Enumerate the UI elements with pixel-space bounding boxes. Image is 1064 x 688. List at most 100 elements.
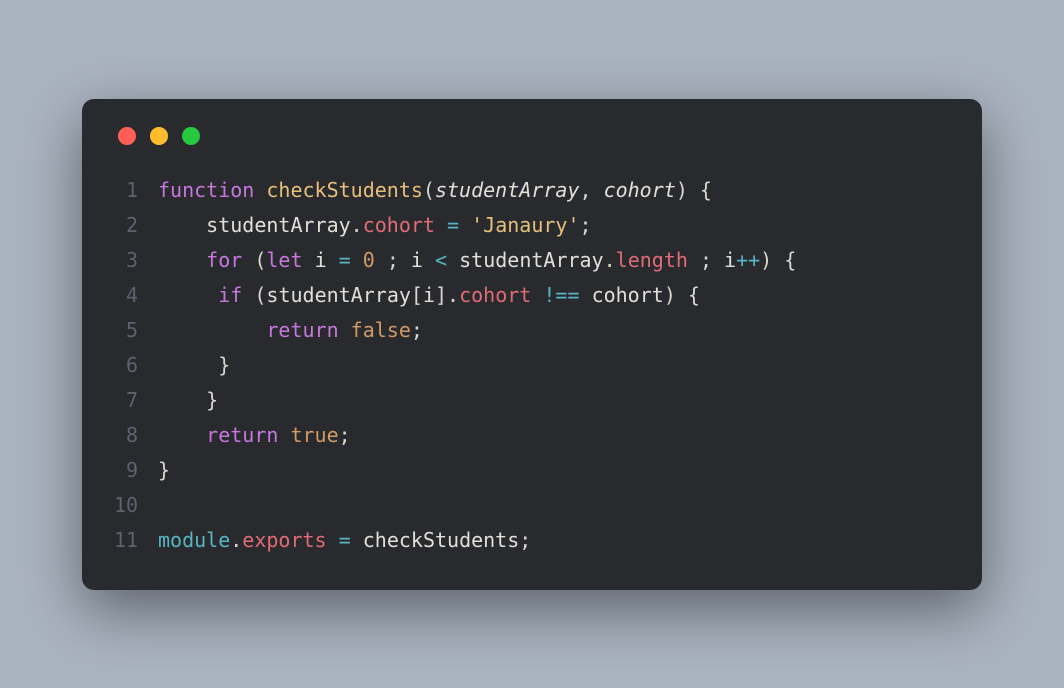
code-token — [327, 248, 339, 272]
line-number: 6 — [114, 348, 158, 383]
code-token: ) { — [664, 283, 700, 307]
line-content: for (let i = 0 ; i < studentArray.length… — [158, 243, 796, 278]
code-token — [580, 283, 592, 307]
code-token: } — [158, 388, 218, 412]
code-token: false — [351, 318, 411, 342]
code-token: { — [700, 178, 712, 202]
code-token: i — [315, 248, 327, 272]
code-token — [351, 528, 363, 552]
code-token: 'Janaury' — [471, 213, 579, 237]
line-content: module.exports = checkStudents; — [158, 523, 531, 558]
code-token: ( — [423, 178, 435, 202]
code-token: cohort — [459, 283, 531, 307]
code-line: 7 } — [114, 383, 950, 418]
code-token: ( — [242, 248, 266, 272]
code-token — [278, 423, 290, 447]
code-token — [327, 528, 339, 552]
code-token: , — [579, 178, 603, 202]
code-token: ; — [519, 528, 531, 552]
code-token: exports — [242, 528, 326, 552]
code-token: true — [290, 423, 338, 447]
code-token: length — [616, 248, 688, 272]
code-token: studentArray — [459, 248, 604, 272]
line-content: } — [158, 348, 230, 383]
code-line: 10 — [114, 488, 950, 523]
code-token — [158, 248, 206, 272]
code-token: ; — [411, 318, 423, 342]
code-token: studentArray — [206, 213, 351, 237]
close-icon[interactable] — [118, 127, 136, 145]
code-token — [447, 248, 459, 272]
line-number: 9 — [114, 453, 158, 488]
code-token: ; — [688, 248, 724, 272]
code-token — [339, 318, 351, 342]
code-token: } — [158, 458, 170, 482]
code-token: !== — [543, 283, 579, 307]
code-line: 2 studentArray.cohort = 'Janaury'; — [114, 208, 950, 243]
line-content: return true; — [158, 418, 351, 453]
line-number: 11 — [114, 523, 158, 558]
code-token — [531, 283, 543, 307]
code-token: ; — [375, 248, 411, 272]
code-token: ; — [579, 213, 591, 237]
code-token: . — [351, 213, 363, 237]
code-token — [158, 423, 206, 447]
code-token: i — [411, 248, 423, 272]
code-token: = — [447, 213, 459, 237]
line-content: studentArray.cohort = 'Janaury'; — [158, 208, 592, 243]
code-token — [351, 248, 363, 272]
code-window: 1function checkStudents(studentArray, co… — [82, 99, 982, 590]
minimize-icon[interactable] — [150, 127, 168, 145]
line-number: 7 — [114, 383, 158, 418]
line-number: 10 — [114, 488, 158, 523]
code-token: checkStudents — [363, 528, 520, 552]
code-token: . — [230, 528, 242, 552]
line-number: 3 — [114, 243, 158, 278]
code-token — [254, 178, 266, 202]
code-token: studentArray — [435, 178, 580, 202]
code-token: [ — [411, 283, 423, 307]
code-token: ++ — [736, 248, 760, 272]
code-token: if — [218, 283, 242, 307]
line-number: 5 — [114, 313, 158, 348]
code-line: 5 return false; — [114, 313, 950, 348]
code-token: for — [206, 248, 242, 272]
code-token: i — [724, 248, 736, 272]
line-content: } — [158, 383, 218, 418]
code-token — [459, 213, 471, 237]
code-token: ( — [242, 283, 266, 307]
code-token: } — [158, 353, 230, 377]
code-token — [158, 213, 206, 237]
window-titlebar — [114, 127, 950, 145]
code-token: studentArray — [266, 283, 411, 307]
line-number: 4 — [114, 278, 158, 313]
code-token: ; — [339, 423, 351, 447]
code-token: function — [158, 178, 254, 202]
line-content: } — [158, 453, 170, 488]
code-token: < — [435, 248, 447, 272]
code-token — [423, 248, 435, 272]
code-token: let — [266, 248, 302, 272]
code-token: module — [158, 528, 230, 552]
code-line: 8 return true; — [114, 418, 950, 453]
code-line: 4 if (studentArray[i].cohort !== cohort)… — [114, 278, 950, 313]
code-token — [158, 318, 266, 342]
line-number: 2 — [114, 208, 158, 243]
code-token — [158, 283, 218, 307]
code-token — [303, 248, 315, 272]
code-token: 0 — [363, 248, 375, 272]
code-editor[interactable]: 1function checkStudents(studentArray, co… — [114, 173, 950, 558]
code-token: i — [423, 283, 435, 307]
code-token: ]. — [435, 283, 459, 307]
code-line: 1function checkStudents(studentArray, co… — [114, 173, 950, 208]
code-token: = — [339, 248, 351, 272]
code-line: 3 for (let i = 0 ; i < studentArray.leng… — [114, 243, 950, 278]
code-token: ) — [676, 178, 688, 202]
code-line: 9} — [114, 453, 950, 488]
maximize-icon[interactable] — [182, 127, 200, 145]
code-token: ) { — [760, 248, 796, 272]
code-token: return — [206, 423, 278, 447]
code-token: checkStudents — [266, 178, 423, 202]
code-token: = — [339, 528, 351, 552]
line-number: 8 — [114, 418, 158, 453]
